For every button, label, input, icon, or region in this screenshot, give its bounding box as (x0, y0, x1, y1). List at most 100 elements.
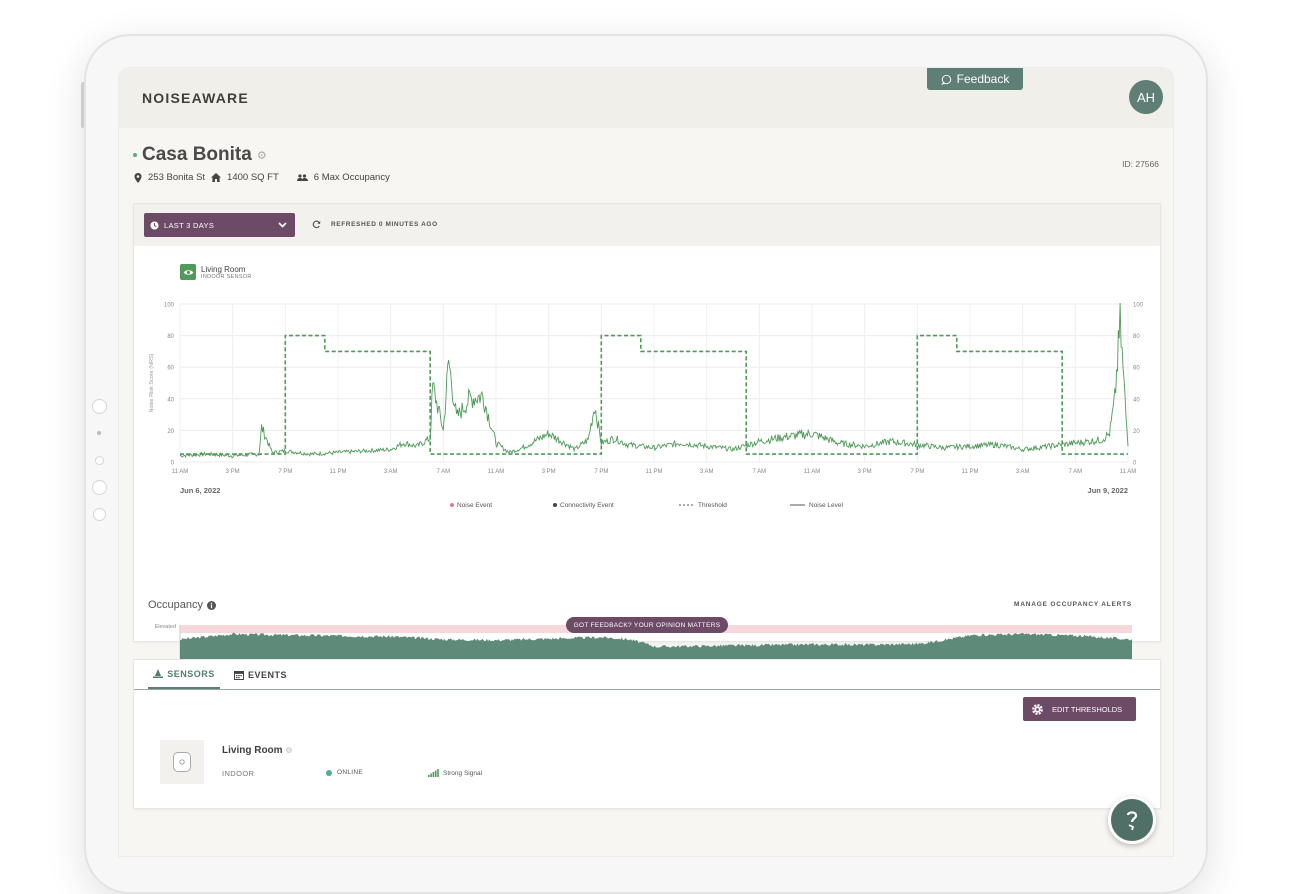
sensors-events-card: SENSORS EVENTS EDIT THRESHOLDS Living Ro… (133, 659, 1161, 809)
sensor-row[interactable]: Living Room ⚙ INDOOR ONLINE Strong Signa… (160, 740, 1130, 786)
x-tick-label: 7 PM (278, 469, 292, 475)
top-bar: NOISEAWARE Feedback AH (119, 68, 1173, 128)
tablet-side-dot (95, 456, 104, 465)
tab-events-label: EVENTS (248, 669, 288, 680)
y-tick-label-right: 0 (1133, 461, 1137, 467)
x-tick-label: 11 PM (646, 469, 663, 475)
sensor-device-icon (160, 740, 204, 784)
tab-divider (134, 689, 1160, 690)
x-tick-label: 11 PM (962, 469, 979, 475)
x-tick-label: 11 AM (172, 469, 189, 475)
x-tick-label: 3 AM (1016, 469, 1030, 475)
date-range-select[interactable]: LAST 3 DAYS (144, 213, 295, 237)
y-tick-label-left: 20 (167, 429, 174, 435)
tab-events[interactable]: EVENTS (234, 660, 287, 689)
y-axis-label: Noise Risk Score (NRS) (149, 353, 155, 412)
feedback-banner-button[interactable]: GOT FEEDBACK? YOUR OPINION MATTERS (566, 617, 728, 633)
sensor-kind: INDOOR (222, 769, 255, 778)
tab-sensors[interactable]: SENSORS (148, 660, 220, 689)
tab-sensors-label: SENSORS (167, 668, 215, 679)
legend-threshold-label: Threshold (698, 502, 727, 509)
eye-icon (180, 264, 196, 280)
x-tick-label: 3 AM (700, 469, 714, 475)
status-dot (133, 153, 137, 157)
x-tick-label: 11 AM (1120, 469, 1137, 475)
manage-occupancy-alerts-link[interactable]: MANAGE OCCUPANCY ALERTS (1014, 601, 1132, 608)
user-avatar[interactable]: AH (1129, 80, 1163, 114)
property-title: Casa Bonita ⚙ (133, 144, 267, 166)
sensor-name-label: Living Room (222, 745, 283, 756)
y-tick-label-right: 20 (1133, 429, 1140, 435)
map-pin-icon (134, 172, 142, 183)
occupancy-title: Occupancy (148, 599, 217, 611)
sensor-cone-icon (153, 669, 164, 678)
sensor-signal: Strong Signal (428, 769, 482, 777)
chat-bubble-icon (940, 74, 951, 85)
gear-icon (1032, 703, 1043, 715)
occupancy-title-label: Occupancy (148, 599, 204, 611)
help-button[interactable] (1108, 796, 1156, 844)
info-icon[interactable] (207, 600, 217, 610)
y-label-elevated: Elevated (155, 624, 176, 630)
sensor-signal-label: Strong Signal (443, 769, 483, 777)
legend-noise-level-label: Noise Level (809, 502, 844, 509)
tablet-side-button (93, 508, 106, 521)
edit-thresholds-button[interactable]: EDIT THRESHOLDS (1023, 697, 1136, 721)
sensor-status-label: ONLINE (337, 769, 364, 776)
x-tick-label: 3 PM (542, 469, 556, 475)
legend-noise-event-marker (450, 503, 454, 507)
y-tick-label-left: 100 (164, 303, 175, 309)
y-tick-label-right: 80 (1133, 334, 1140, 340)
card-header: LAST 3 DAYS REFRESHED 0 MINUTES AGO (134, 204, 1160, 246)
clock-icon (150, 220, 159, 230)
property-name: Casa Bonita (142, 144, 252, 165)
sensor-chip-type: INDOOR SENSOR (201, 273, 252, 280)
calendar-icon (234, 670, 244, 680)
end-date-label: Jun 9, 2022 (1088, 486, 1128, 495)
x-tick-label: 11 AM (488, 469, 505, 475)
feedback-button[interactable]: Feedback (927, 68, 1023, 90)
chevron-down-icon (278, 222, 287, 228)
property-occupancy: 6 Max Occupancy (313, 172, 390, 183)
sensor-chip[interactable]: Living Room INDOOR SENSOR (180, 264, 252, 280)
x-tick-label: 3 PM (226, 469, 240, 475)
edit-thresholds-label: EDIT THRESHOLDS (1052, 704, 1123, 714)
y-tick-label-right: 40 (1133, 397, 1140, 403)
tablet-side-dot (97, 431, 101, 435)
refresh-icon[interactable] (312, 220, 321, 229)
refresh-label: REFRESHED 0 MINUTES AGO (331, 221, 438, 228)
tablet-side-button (92, 399, 107, 414)
gear-icon[interactable]: ⚙ (257, 149, 267, 162)
y-tick-label-left: 40 (167, 397, 174, 403)
legend-connectivity-label: Connectivity Event (560, 502, 614, 509)
legend-connectivity-marker (553, 503, 557, 507)
property-address: 253 Bonita St (148, 172, 206, 183)
online-dot-icon (326, 769, 332, 776)
x-tick-label: 11 PM (330, 469, 347, 475)
property-meta: 253 Bonita St 1400 SQ FT 6 Max Occupancy (134, 172, 390, 183)
y-tick-label-left: 0 (171, 461, 175, 467)
occupancy-area (180, 632, 1132, 661)
sensor-name: Living Room ⚙ (222, 745, 293, 756)
x-tick-label: 3 PM (858, 469, 872, 475)
legend-noise-event-label: Noise Event (457, 502, 492, 509)
property-id: ID: 27566 (1122, 159, 1159, 169)
sensor-chip-name: Living Room (201, 264, 246, 274)
sensor-status: ONLINE (326, 769, 363, 776)
y-tick-label-left: 60 (167, 366, 174, 372)
x-tick-label: 7 PM (594, 469, 608, 475)
property-size: 1400 SQ FT (227, 172, 279, 183)
gear-icon[interactable]: ⚙ (285, 746, 292, 755)
date-range-label: LAST 3 DAYS (164, 220, 215, 230)
help-icon (1126, 811, 1138, 831)
tablet-side-button (92, 480, 107, 495)
y-tick-label-left: 80 (167, 334, 174, 340)
x-tick-label: 7 AM (752, 469, 766, 475)
signal-bars-icon (428, 769, 439, 777)
x-tick-label: 3 AM (384, 469, 398, 475)
feedback-label: Feedback (956, 72, 1010, 86)
x-tick-label: 7 AM (1068, 469, 1082, 475)
x-tick-label: 7 PM (910, 469, 924, 475)
app-logo: NOISEAWARE (142, 90, 249, 106)
noise-card: LAST 3 DAYS REFRESHED 0 MINUTES AGO Livi… (133, 203, 1161, 674)
